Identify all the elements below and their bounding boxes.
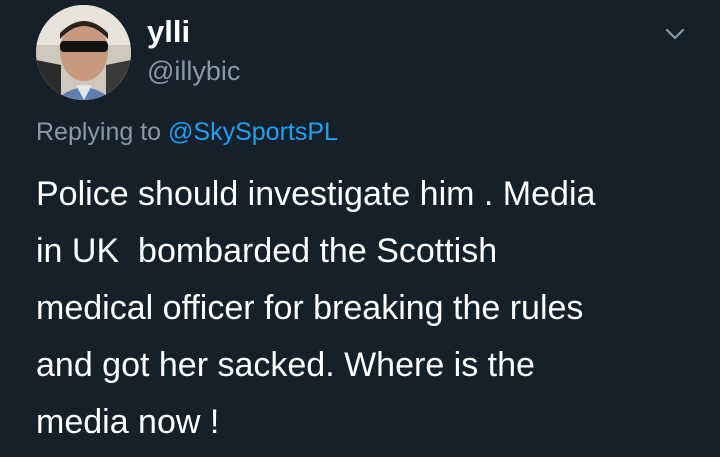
tweet-text-line: in UK bombarded the Scottish: [36, 232, 498, 270]
reply-target-link[interactable]: @SkySportsPL: [168, 118, 338, 146]
avatar-image: [36, 5, 131, 100]
replying-to-label: Replying to: [36, 118, 162, 146]
tweet-card: ylli @illybic Replying to @SkySportsPL P…: [0, 0, 720, 457]
replying-to: Replying to @SkySportsPL: [36, 116, 338, 148]
tweet-text: Police should investigate him . Media in…: [36, 166, 595, 451]
avatar[interactable]: [36, 5, 131, 100]
user-handle[interactable]: @illybic: [147, 55, 240, 87]
tweet-text-line: media now !: [36, 403, 220, 441]
display-name[interactable]: ylli: [147, 14, 190, 50]
tweet-text-line: Police should investigate him . Media: [36, 175, 596, 213]
chevron-down-icon[interactable]: [660, 22, 690, 46]
tweet-text-line: and got her sacked. Where is the: [36, 346, 535, 384]
tweet-text-line: medical officer for breaking the rules: [36, 289, 584, 327]
